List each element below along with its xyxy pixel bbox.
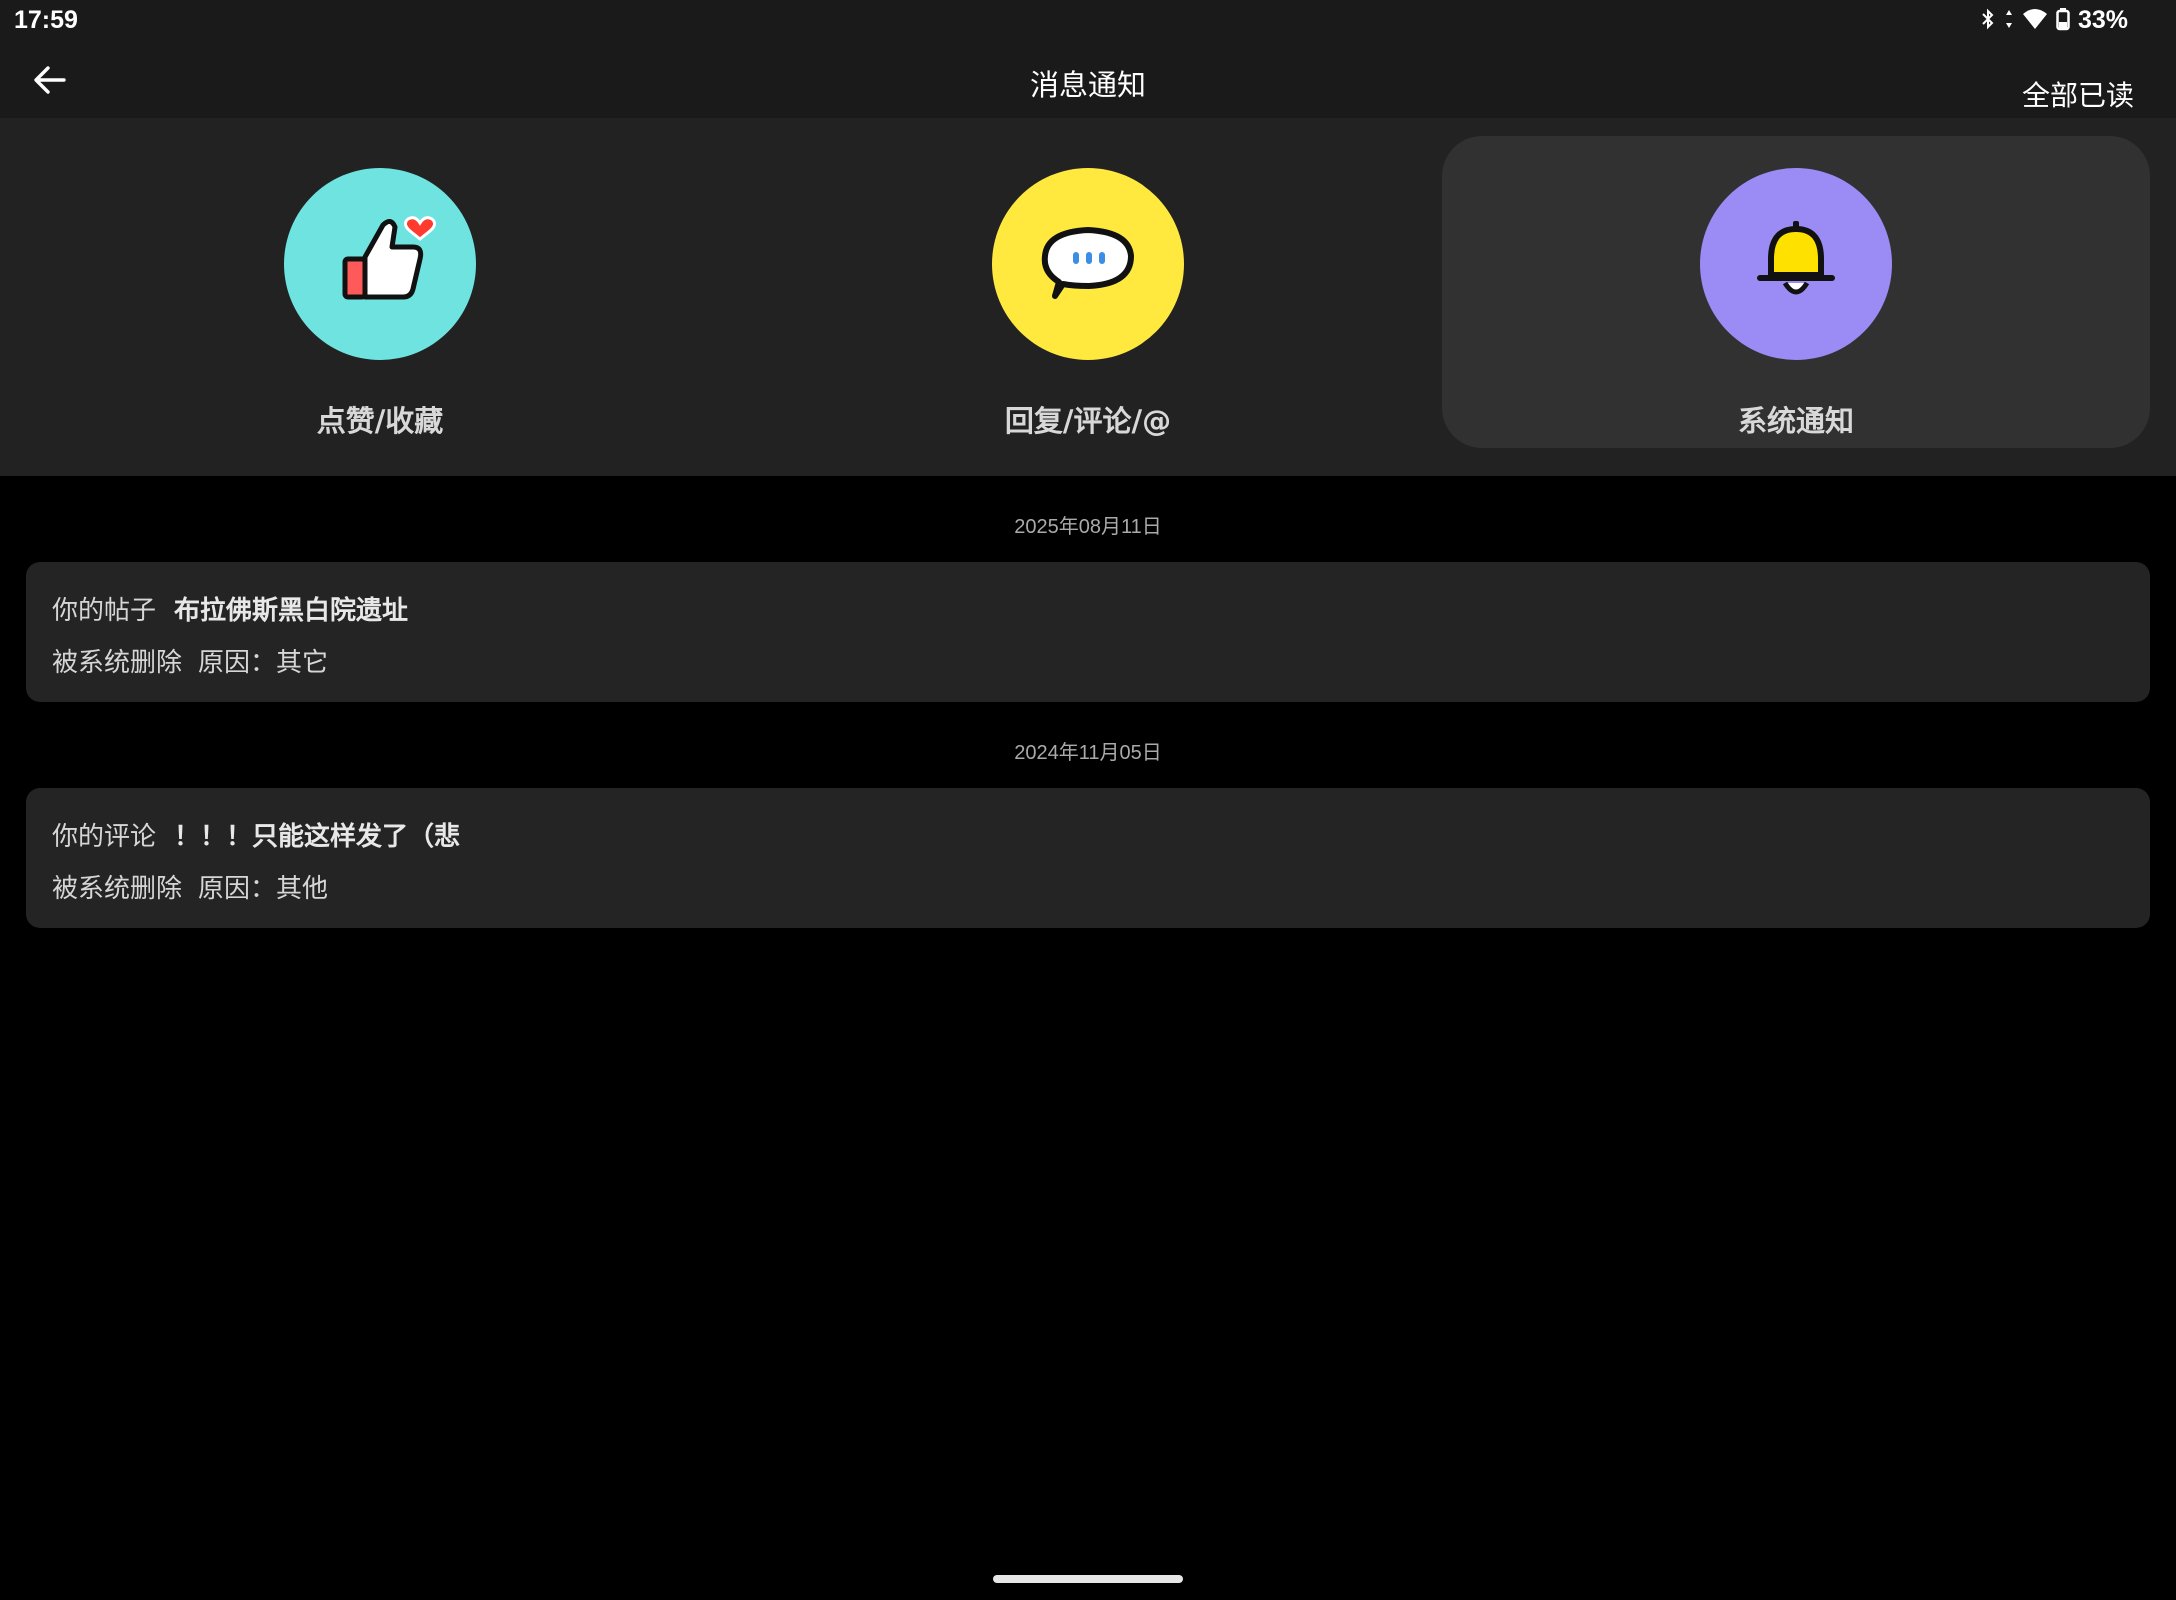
category-replies-comments[interactable]: 回复/评论/@ [734, 136, 1442, 448]
message-detail-line: 被系统删除 原因：其它 [52, 642, 328, 679]
chat-bubble-icon [1033, 212, 1143, 316]
message-prefix: 你的评论 [52, 822, 157, 852]
message-prefix: 你的帖子 [52, 596, 157, 626]
app-bar: 消息通知 全部已读 [0, 44, 2176, 118]
message-title: 布拉佛斯黑白院遗址 [174, 596, 409, 626]
status-time: 17:59 [14, 6, 78, 34]
replies-circle [992, 168, 1184, 360]
home-indicator[interactable] [993, 1575, 1183, 1583]
message-action: 被系统删除 [52, 874, 183, 904]
system-circle [1700, 168, 1892, 360]
date-header: 2025年08月11日 [1014, 516, 1162, 538]
data-arrows-icon [2004, 8, 2014, 34]
message-title: ！！！只能这样发了（悲 [174, 822, 461, 852]
wifi-icon [2022, 8, 2048, 34]
category-panel: 点赞/收藏 回复/评论/@ 系统通知 [0, 118, 2176, 476]
category-label-likes: 点赞/收藏 [316, 404, 444, 438]
bell-icon [1741, 207, 1851, 321]
bluetooth-icon [1980, 7, 1996, 35]
message-subject-line: 你的帖子 布拉佛斯黑白院遗址 [52, 590, 408, 627]
category-label-replies: 回复/评论/@ [1004, 404, 1172, 438]
message-action: 被系统删除 [52, 648, 183, 678]
message-reason: 原因：其他 [198, 874, 329, 904]
message-card[interactable]: 你的帖子 布拉佛斯黑白院遗址 被系统删除 原因：其它 [26, 562, 2150, 702]
status-icons: 33% [1980, 6, 2128, 35]
battery-percentage: 33% [2077, 6, 2128, 34]
status-bar: 17:59 33% [0, 0, 2176, 44]
thumbs-up-heart-icon [315, 197, 445, 331]
message-card[interactable]: 你的评论 ！！！只能这样发了（悲 被系统删除 原因：其他 [26, 788, 2150, 928]
category-likes-favorites[interactable]: 点赞/收藏 [26, 136, 734, 448]
page-title: 消息通知 [1029, 68, 1146, 102]
message-subject-line: 你的评论 ！！！只能这样发了（悲 [52, 816, 460, 853]
date-header: 2024年11月05日 [1014, 742, 1162, 764]
message-detail-line: 被系统删除 原因：其他 [52, 868, 328, 905]
message-reason: 原因：其它 [198, 648, 329, 678]
battery-icon [2056, 7, 2070, 35]
likes-circle [284, 168, 476, 360]
mark-all-read-button[interactable]: 全部已读 [2022, 74, 2134, 114]
category-system-notifications[interactable]: 系统通知 [1442, 136, 2150, 448]
category-label-system: 系统通知 [1737, 404, 1854, 438]
